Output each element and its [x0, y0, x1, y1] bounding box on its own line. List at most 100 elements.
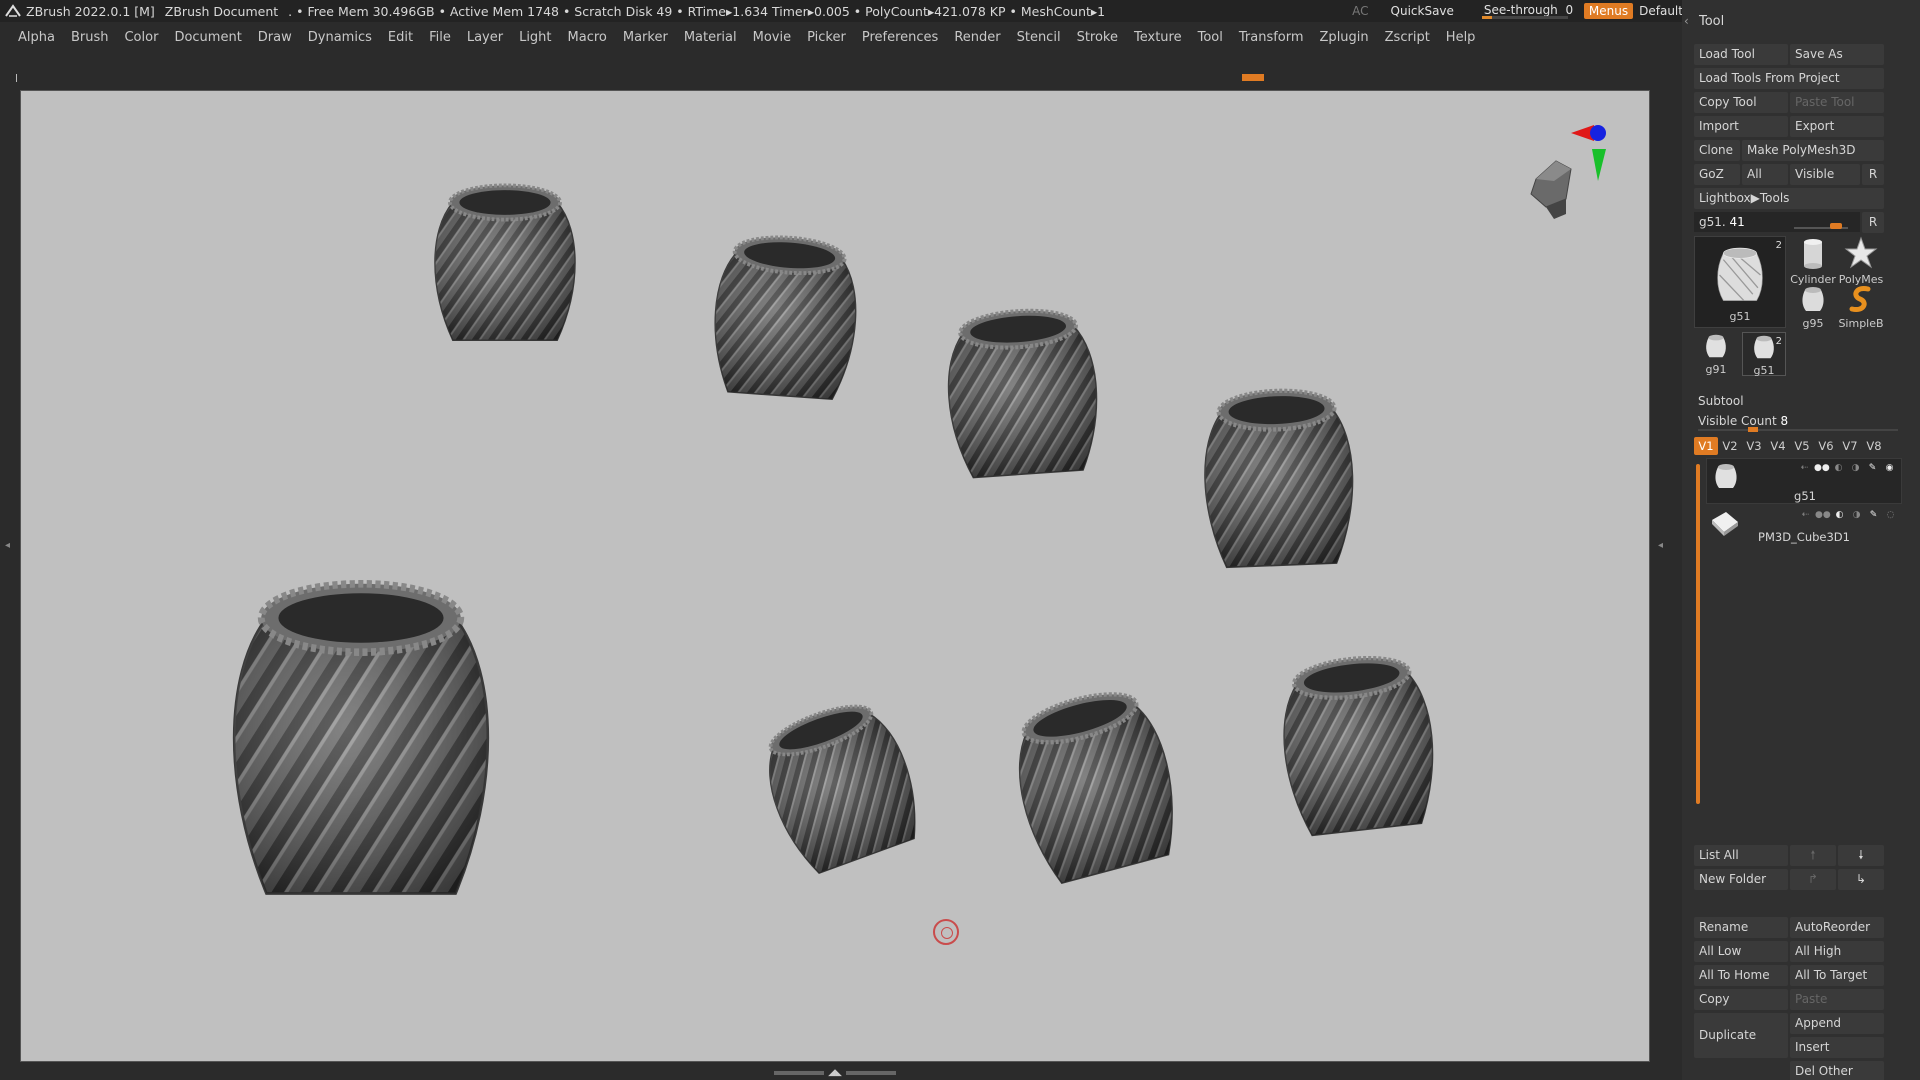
save-as-button[interactable]: Save As	[1790, 44, 1884, 65]
subtool-brush-icon[interactable]: ✎	[1866, 510, 1881, 520]
import-button[interactable]: Import	[1694, 116, 1788, 137]
menu-file[interactable]: File	[429, 30, 451, 45]
paste-subtool-button[interactable]: Paste	[1790, 989, 1884, 1010]
subtool-link-icon[interactable]: ⇠	[1798, 510, 1813, 520]
tool-thumb-g51-small[interactable]: 2 g51	[1742, 332, 1786, 377]
subtool-material-icon[interactable]: ◐	[1832, 510, 1847, 520]
menu-tool[interactable]: Tool	[1198, 30, 1223, 45]
menu-dynamics[interactable]: Dynamics	[308, 30, 372, 45]
menu-edit[interactable]: Edit	[388, 30, 413, 45]
subtool-brush-icon[interactable]: ✎	[1865, 463, 1880, 473]
menu-stencil[interactable]: Stencil	[1017, 30, 1061, 45]
subtool-polypaint-icon[interactable]: ●●	[1815, 510, 1831, 520]
menu-zplugin[interactable]: Zplugin	[1320, 30, 1369, 45]
ac-label[interactable]: AC	[1352, 4, 1368, 18]
tab-v1[interactable]: V1	[1694, 437, 1718, 455]
subtool-polypaint-icon[interactable]: ●●	[1814, 463, 1830, 473]
goz-all-button[interactable]: All	[1742, 164, 1788, 185]
orientation-gizmo[interactable]	[1516, 119, 1626, 239]
tool-thumb-g51-main[interactable]: 2 g51	[1694, 236, 1786, 328]
tool-thumb-cylinder[interactable]: Cylinder	[1790, 236, 1836, 286]
tool-slider-r-button[interactable]: R	[1862, 212, 1884, 233]
rename-button[interactable]: Rename	[1694, 917, 1788, 938]
subtool-dynamic-icon[interactable]: ◑	[1848, 463, 1863, 473]
del-other-button[interactable]: Del Other	[1790, 1061, 1884, 1080]
subtool-eye-icon[interactable]: ◉	[1882, 463, 1897, 473]
menu-material[interactable]: Material	[684, 30, 737, 45]
all-to-target-button[interactable]: All To Target	[1790, 965, 1884, 986]
menu-render[interactable]: Render	[954, 30, 1000, 45]
timeline-strip[interactable]	[14, 74, 1646, 82]
goz-visible-button[interactable]: Visible	[1790, 164, 1860, 185]
all-to-home-button[interactable]: All To Home	[1694, 965, 1788, 986]
quicksave-button[interactable]: QuickSave	[1391, 4, 1454, 18]
tool-thumb-polymesh[interactable]: PolyMes	[1838, 236, 1884, 286]
timeline-marker[interactable]	[1242, 74, 1264, 81]
left-tray-toggle-icon[interactable]: ◂	[5, 540, 10, 551]
tool-slider-knob[interactable]	[1830, 223, 1842, 229]
menu-brush[interactable]: Brush	[71, 30, 109, 45]
subtool-material-icon[interactable]: ◐	[1831, 463, 1846, 473]
tool-slider[interactable]: g51. 41	[1694, 212, 1860, 232]
export-button[interactable]: Export	[1790, 116, 1884, 137]
see-through-slider[interactable]: See-through 0	[1481, 2, 1573, 20]
goz-button[interactable]: GoZ	[1694, 164, 1740, 185]
menu-movie[interactable]: Movie	[753, 30, 791, 45]
lightbox-tools-button[interactable]: Lightbox▶Tools	[1694, 188, 1884, 209]
menu-color[interactable]: Color	[124, 30, 158, 45]
subtool-scrollbar[interactable]	[1696, 464, 1700, 804]
menu-help[interactable]: Help	[1446, 30, 1476, 45]
bottom-tray-handle[interactable]: ◢◣	[770, 1068, 900, 1078]
subtool-eye-icon[interactable]: ◌	[1883, 510, 1898, 520]
goz-r-button[interactable]: R	[1862, 164, 1884, 185]
subtool-link-icon[interactable]: ⇠	[1797, 463, 1812, 473]
right-tray-toggle-icon[interactable]: ◂	[1658, 540, 1663, 551]
menus-toggle-button[interactable]: Menus	[1583, 3, 1634, 19]
menu-stroke[interactable]: Stroke	[1077, 30, 1118, 45]
insert-button[interactable]: Insert	[1790, 1037, 1884, 1058]
menu-layer[interactable]: Layer	[467, 30, 503, 45]
menu-document[interactable]: Document	[174, 30, 241, 45]
paste-tool-button[interactable]: Paste Tool	[1790, 92, 1884, 113]
tab-v7[interactable]: V7	[1838, 437, 1862, 455]
all-low-button[interactable]: All Low	[1694, 941, 1788, 962]
tab-v4[interactable]: V4	[1766, 437, 1790, 455]
subtool-dynamic-icon[interactable]: ◑	[1849, 510, 1864, 520]
menu-alpha[interactable]: Alpha	[18, 30, 55, 45]
folder-up-icon[interactable]: ↱	[1790, 869, 1836, 890]
tool-thumb-simplebrush[interactable]: SimpleB	[1838, 284, 1884, 330]
tab-v5[interactable]: V5	[1790, 437, 1814, 455]
folder-down-icon[interactable]: ↳	[1838, 869, 1884, 890]
load-tools-from-project-button[interactable]: Load Tools From Project	[1694, 68, 1884, 89]
all-high-button[interactable]: All High	[1790, 941, 1884, 962]
move-up-icon[interactable]: 🠕	[1790, 845, 1836, 866]
tab-v2[interactable]: V2	[1718, 437, 1742, 455]
tab-v6[interactable]: V6	[1814, 437, 1838, 455]
list-all-button[interactable]: List All	[1694, 845, 1788, 866]
menu-macro[interactable]: Macro	[568, 30, 607, 45]
append-button[interactable]: Append	[1790, 1013, 1884, 1034]
palette-collapse-icon[interactable]: ‹	[1684, 14, 1689, 28]
menu-marker[interactable]: Marker	[623, 30, 668, 45]
subtool-item-pm3d-cube3d1[interactable]: ⇠ ●● ◐ ◑ ✎ ◌ PM3D_Cube3D1	[1706, 506, 1902, 552]
menu-light[interactable]: Light	[519, 30, 551, 45]
tab-v3[interactable]: V3	[1742, 437, 1766, 455]
canvas-viewport[interactable]	[20, 90, 1650, 1062]
visible-count-slider[interactable]: Visible Count 8	[1694, 412, 1906, 432]
load-tool-button[interactable]: Load Tool	[1694, 44, 1788, 65]
tool-thumb-g95[interactable]: g95	[1790, 284, 1836, 330]
subtool-item-g51[interactable]: ⇠ ●● ◐ ◑ ✎ ◉ g51	[1706, 458, 1902, 504]
menu-preferences[interactable]: Preferences	[862, 30, 938, 45]
tool-thumb-g91[interactable]: g91	[1694, 332, 1738, 376]
menu-draw[interactable]: Draw	[258, 30, 292, 45]
menu-texture[interactable]: Texture	[1134, 30, 1182, 45]
new-folder-button[interactable]: New Folder	[1694, 869, 1788, 890]
subtool-title[interactable]: Subtool	[1698, 394, 1744, 408]
tab-v8[interactable]: V8	[1862, 437, 1886, 455]
make-polymesh3d-button[interactable]: Make PolyMesh3D	[1742, 140, 1884, 161]
move-down-icon[interactable]: 🠗	[1838, 845, 1884, 866]
copy-tool-button[interactable]: Copy Tool	[1694, 92, 1788, 113]
copy-subtool-button[interactable]: Copy	[1694, 989, 1788, 1010]
clone-button[interactable]: Clone	[1694, 140, 1740, 161]
autoreorder-button[interactable]: AutoReorder	[1790, 917, 1884, 938]
